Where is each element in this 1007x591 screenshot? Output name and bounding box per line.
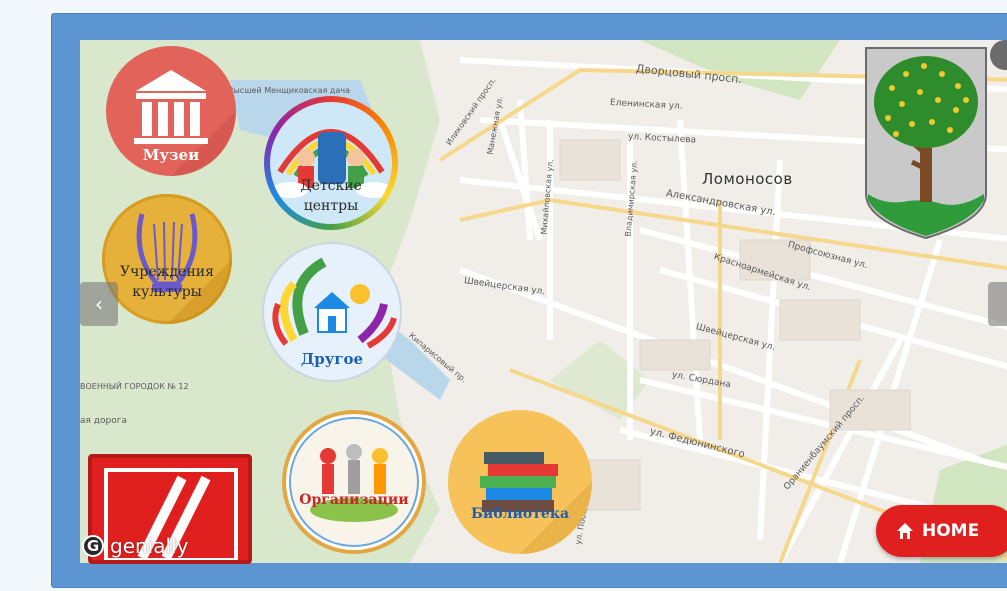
- street-label: Высшей Менщиковская дача: [228, 86, 350, 95]
- children-centers-label: Детские центры: [300, 178, 362, 214]
- home-icon: [897, 523, 913, 539]
- previous-slide-button[interactable]: ‹: [80, 282, 118, 326]
- chevron-left-icon: ‹: [95, 292, 103, 316]
- next-slide-button[interactable]: [988, 282, 1007, 326]
- other-label: Другое: [300, 350, 364, 368]
- genially-brand: G genially: [82, 534, 188, 558]
- lyre-icon: [136, 213, 232, 324]
- library-label: Библиотека: [470, 506, 570, 522]
- books-icon: [480, 452, 592, 554]
- home-button[interactable]: HOME: [876, 505, 1007, 557]
- organizations-button[interactable]: Организации: [282, 410, 426, 554]
- street-label: ВОЕННЫЙ ГОРОДОК № 12: [80, 382, 189, 391]
- genially-label: genially: [110, 534, 189, 558]
- culture-label: Учреждения культуры: [120, 264, 214, 300]
- library-button[interactable]: Библиотека: [448, 410, 592, 554]
- home-label: HOME: [922, 521, 980, 541]
- city-label: Ломоносов: [702, 170, 793, 188]
- street-label: ая дорога: [80, 416, 127, 426]
- coat-of-arms: [862, 44, 990, 240]
- culture-button[interactable]: Учреждения культуры: [102, 194, 232, 324]
- other-button[interactable]: Другое: [264, 244, 400, 380]
- workers-icon: [310, 444, 398, 522]
- museum-label: Музеи: [142, 146, 200, 164]
- children-centers-button[interactable]: Детские центры: [264, 96, 398, 230]
- organizations-label: Организации: [299, 492, 409, 508]
- genially-logo-icon: G: [82, 535, 104, 557]
- museum-button[interactable]: Музеи: [106, 46, 236, 176]
